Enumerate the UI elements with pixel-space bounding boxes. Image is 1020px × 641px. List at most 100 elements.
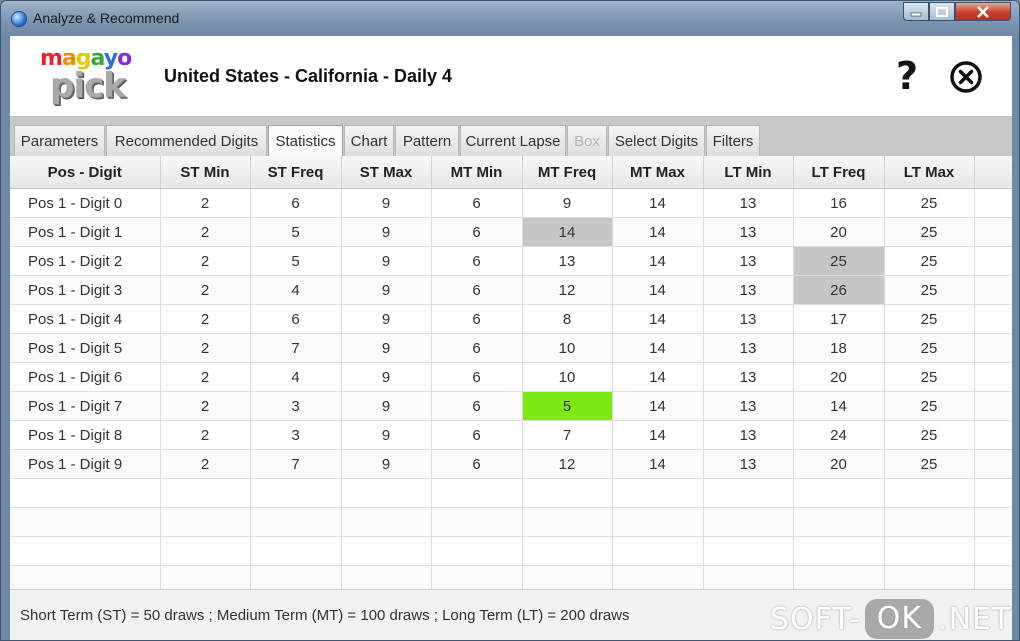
column-header[interactable]: LT Max: [884, 156, 975, 189]
table-cell[interactable]: 7: [522, 420, 613, 450]
table-cell[interactable]: 6: [431, 275, 523, 305]
table-row[interactable]: Pos 1 - Digit 6 2 4 9 6 10 14 13 20 25: [10, 362, 1012, 392]
table-cell[interactable]: 9: [522, 188, 613, 218]
table-cell[interactable]: 13: [703, 333, 794, 363]
table-cell[interactable]: 14: [612, 362, 704, 392]
table-cell[interactable]: 6: [431, 188, 523, 218]
column-header[interactable]: ST Min: [160, 156, 251, 189]
table-cell[interactable]: 20: [793, 449, 885, 479]
table-cell[interactable]: 14: [522, 217, 613, 247]
table-cell[interactable]: 13: [703, 304, 794, 334]
table-cell[interactable]: 13: [703, 391, 794, 421]
table-cell[interactable]: 13: [703, 362, 794, 392]
table-cell[interactable]: 6: [250, 188, 342, 218]
table-cell[interactable]: 9: [341, 275, 432, 305]
tab-chart[interactable]: Chart: [344, 125, 394, 156]
table-cell[interactable]: 9: [341, 188, 432, 218]
table-cell[interactable]: 14: [612, 275, 704, 305]
table-cell[interactable]: 14: [612, 391, 704, 421]
table-row[interactable]: Pos 1 - Digit 3 2 4 9 6 12 14 13 26 25: [10, 275, 1012, 305]
table-row[interactable]: Pos 1 - Digit 5 2 7 9 6 10 14 13 18 25: [10, 333, 1012, 363]
table-cell[interactable]: 25: [884, 391, 975, 421]
table-cell[interactable]: 9: [341, 333, 432, 363]
table-cell[interactable]: 4: [250, 362, 342, 392]
tab-current-lapse[interactable]: Current Lapse: [460, 125, 566, 156]
close-circle-icon[interactable]: [949, 60, 983, 94]
table-cell[interactable]: 13: [703, 246, 794, 276]
table-cell[interactable]: 9: [341, 362, 432, 392]
table-row[interactable]: Pos 1 - Digit 0 2 6 9 6 9 14 13 16 25: [10, 188, 1012, 218]
table-cell[interactable]: 25: [793, 246, 885, 276]
table-cell[interactable]: 25: [884, 188, 975, 218]
row-label-cell[interactable]: Pos 1 - Digit 0: [10, 188, 161, 218]
table-cell[interactable]: 25: [884, 246, 975, 276]
table-cell[interactable]: 25: [884, 333, 975, 363]
table-cell[interactable]: 3: [250, 420, 342, 450]
table-cell[interactable]: 5: [522, 391, 613, 421]
table-cell[interactable]: 20: [793, 362, 885, 392]
table-cell[interactable]: 24: [793, 420, 885, 450]
table-cell[interactable]: 16: [793, 188, 885, 218]
table-cell[interactable]: 9: [341, 449, 432, 479]
tab-pattern[interactable]: Pattern: [395, 125, 459, 156]
table-cell[interactable]: 10: [522, 333, 613, 363]
row-label-cell[interactable]: Pos 1 - Digit 1: [10, 217, 161, 247]
row-label-cell[interactable]: Pos 1 - Digit 5: [10, 333, 161, 363]
table-cell[interactable]: 25: [884, 420, 975, 450]
table-row[interactable]: Pos 1 - Digit 1 2 5 9 6 14 14 13 20 25: [10, 217, 1012, 247]
tab-filters[interactable]: Filters: [706, 125, 760, 156]
table-row[interactable]: Pos 1 - Digit 9 2 7 9 6 12 14 13 20 25: [10, 449, 1012, 479]
table-cell[interactable]: 2: [160, 391, 251, 421]
table-cell[interactable]: 2: [160, 275, 251, 305]
table-cell[interactable]: 5: [250, 217, 342, 247]
table-cell[interactable]: 2: [160, 333, 251, 363]
table-cell[interactable]: 13: [703, 188, 794, 218]
table-cell[interactable]: 26: [793, 275, 885, 305]
table-cell[interactable]: 17: [793, 304, 885, 334]
table-cell[interactable]: 25: [884, 304, 975, 334]
table-cell[interactable]: 9: [341, 420, 432, 450]
table-cell[interactable]: 6: [431, 449, 523, 479]
table-cell[interactable]: 6: [431, 217, 523, 247]
help-icon[interactable]: ?: [890, 56, 924, 96]
table-cell[interactable]: 2: [160, 246, 251, 276]
column-header[interactable]: ST Freq: [250, 156, 342, 189]
table-cell[interactable]: 13: [522, 246, 613, 276]
table-cell[interactable]: 6: [431, 304, 523, 334]
close-window-button[interactable]: [955, 2, 1011, 21]
table-cell[interactable]: 13: [703, 217, 794, 247]
table-cell[interactable]: 9: [341, 391, 432, 421]
table-cell[interactable]: 20: [793, 217, 885, 247]
table-row[interactable]: Pos 1 - Digit 2 2 5 9 6 13 14 13 25 25: [10, 246, 1012, 276]
tab-select-digits[interactable]: Select Digits: [608, 125, 705, 156]
row-label-cell[interactable]: Pos 1 - Digit 4: [10, 304, 161, 334]
table-cell[interactable]: 14: [612, 420, 704, 450]
table-cell[interactable]: 14: [612, 333, 704, 363]
table-cell[interactable]: 9: [341, 246, 432, 276]
row-label-cell[interactable]: Pos 1 - Digit 9: [10, 449, 161, 479]
row-label-cell[interactable]: Pos 1 - Digit 7: [10, 391, 161, 421]
table-cell[interactable]: 7: [250, 449, 342, 479]
table-cell[interactable]: 13: [703, 420, 794, 450]
table-cell[interactable]: 18: [793, 333, 885, 363]
table-cell[interactable]: 9: [341, 304, 432, 334]
column-header[interactable]: MT Freq: [522, 156, 613, 189]
title-bar[interactable]: Analyze & Recommend: [1, 1, 1019, 35]
table-cell[interactable]: 6: [431, 246, 523, 276]
column-header[interactable]: MT Max: [612, 156, 704, 189]
table-cell[interactable]: 2: [160, 420, 251, 450]
table-cell[interactable]: 6: [250, 304, 342, 334]
table-cell[interactable]: 14: [612, 304, 704, 334]
table-cell[interactable]: 14: [612, 188, 704, 218]
minimize-button[interactable]: [903, 2, 929, 21]
table-row[interactable]: Pos 1 - Digit 4 2 6 9 6 8 14 13 17 25: [10, 304, 1012, 334]
row-label-cell[interactable]: Pos 1 - Digit 6: [10, 362, 161, 392]
table-cell[interactable]: 9: [341, 217, 432, 247]
column-header[interactable]: Pos - Digit: [10, 156, 161, 189]
row-label-cell[interactable]: Pos 1 - Digit 3: [10, 275, 161, 305]
table-cell[interactable]: 14: [612, 246, 704, 276]
table-cell[interactable]: 25: [884, 217, 975, 247]
table-cell[interactable]: 25: [884, 362, 975, 392]
table-cell[interactable]: 14: [793, 391, 885, 421]
tab-recommended-digits[interactable]: Recommended Digits: [106, 125, 267, 156]
